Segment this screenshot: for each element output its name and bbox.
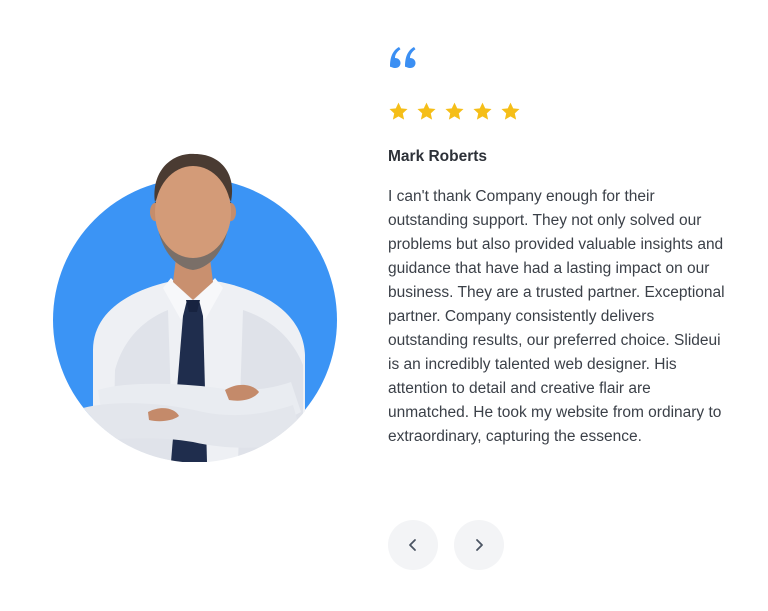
next-button[interactable]	[454, 520, 504, 570]
previous-button[interactable]	[388, 520, 438, 570]
star-icon	[389, 102, 408, 120]
chevron-left-icon	[409, 539, 416, 551]
author-portrait	[53, 150, 338, 462]
testimonial-text: I can't thank Company enough for their o…	[388, 188, 725, 445]
carousel-navigation	[388, 520, 504, 570]
portrait-image	[53, 153, 337, 462]
star-icon	[445, 102, 464, 120]
author-name: Mark Roberts	[388, 148, 488, 165]
quote-icon	[390, 47, 416, 68]
chevron-right-icon	[476, 539, 483, 551]
star-icon	[501, 102, 520, 120]
star-rating	[388, 101, 521, 122]
star-icon	[473, 102, 492, 120]
star-icon	[417, 102, 436, 120]
